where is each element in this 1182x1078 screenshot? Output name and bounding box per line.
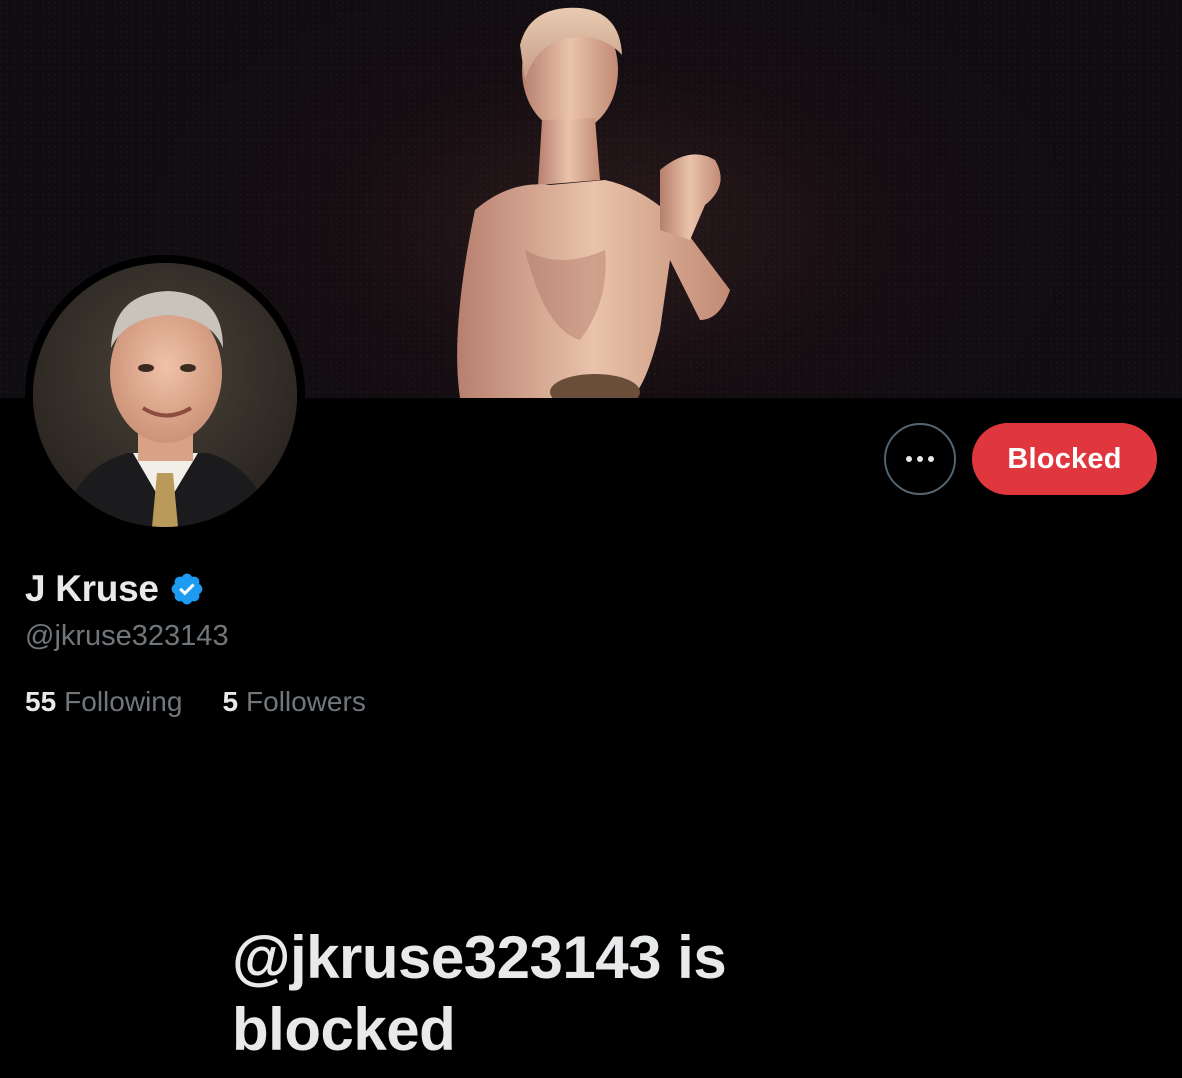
- more-horizontal-icon: [906, 456, 934, 462]
- statue-image: [457, 7, 730, 398]
- profile-handle: @jkruse323143: [25, 620, 229, 652]
- following-link[interactable]: 55 Following: [25, 686, 182, 718]
- profile-stats: 55 Following 5 Followers: [25, 686, 366, 718]
- followers-label: Followers: [246, 686, 366, 717]
- display-name: J Kruse: [25, 568, 159, 609]
- verified-badge-icon[interactable]: [169, 571, 205, 607]
- avatar-photo: [33, 263, 297, 527]
- profile-name-row: J Kruse: [25, 568, 205, 610]
- blocked-button[interactable]: Blocked: [972, 423, 1157, 495]
- following-label: Following: [64, 686, 183, 717]
- followers-link[interactable]: 5 Followers: [222, 686, 365, 718]
- profile-avatar[interactable]: [25, 255, 305, 535]
- followers-count: 5: [222, 686, 239, 717]
- more-options-button[interactable]: [884, 423, 956, 495]
- blocked-notice-title: @jkruse323143 is blocked: [232, 924, 727, 1063]
- following-count: 55: [25, 686, 57, 717]
